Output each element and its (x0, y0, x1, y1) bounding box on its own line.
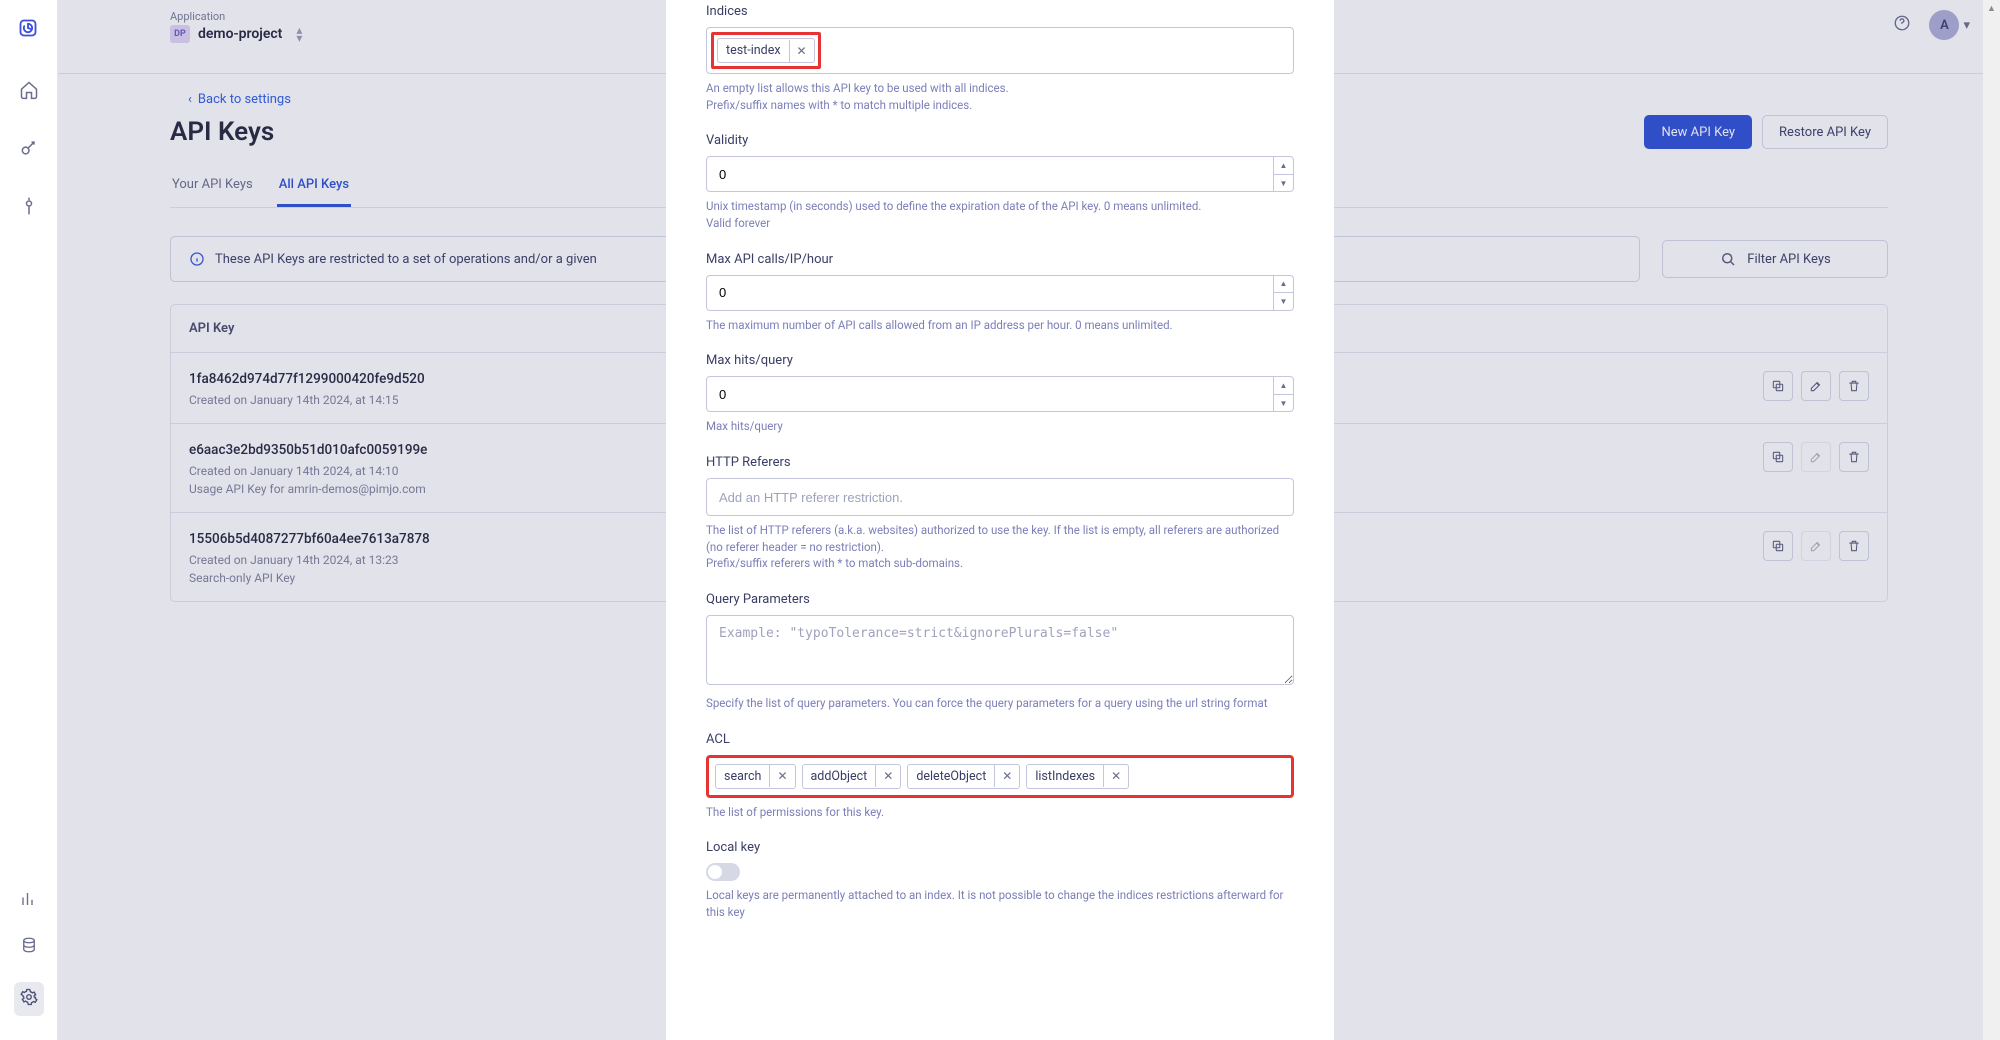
query-label: Query Parameters (706, 592, 1294, 607)
tag-label: test-index (718, 39, 789, 62)
remove-tag-icon[interactable]: ✕ (789, 40, 814, 62)
acl-tag: addObject✕ (802, 764, 902, 789)
validity-label: Validity (706, 133, 1294, 148)
indices-tag: test-index ✕ (717, 38, 815, 63)
remove-tag-icon[interactable]: ✕ (769, 765, 794, 787)
tag-label: listIndexes (1027, 765, 1103, 788)
key-icon[interactable] (19, 138, 39, 162)
acl-field[interactable]: search✕addObject✕deleteObject✕listIndexe… (706, 755, 1294, 798)
query-help: Specify the list of query parameters. Yo… (706, 695, 1294, 712)
maxcalls-input[interactable] (706, 275, 1274, 311)
analytics-icon[interactable] (20, 890, 38, 912)
validity-help-2: Valid forever (706, 215, 1294, 232)
scroll-up-icon[interactable]: ▲ (1983, 0, 2000, 17)
stepper-up-icon[interactable]: ▲ (1274, 377, 1293, 395)
maxhits-label: Max hits/query (706, 353, 1294, 368)
indices-help-2: Prefix/suffix names with * to match mult… (706, 97, 1294, 114)
database-icon[interactable] (20, 936, 38, 958)
left-nav-rail (0, 0, 58, 1040)
localkey-help: Local keys are permanently attached to a… (706, 887, 1294, 920)
acl-tag: listIndexes✕ (1026, 764, 1129, 789)
home-icon[interactable] (19, 80, 39, 104)
maxcalls-help: The maximum number of API calls allowed … (706, 317, 1294, 334)
indices-field[interactable]: test-index ✕ (706, 27, 1294, 74)
referers-input[interactable] (706, 478, 1294, 516)
validity-help-1: Unix timestamp (in seconds) used to defi… (706, 198, 1294, 215)
maxhits-help: Max hits/query (706, 418, 1294, 435)
acl-tag: search✕ (715, 764, 796, 789)
tag-label: deleteObject (908, 765, 994, 788)
maxhits-input[interactable] (706, 376, 1274, 412)
indices-label: Indices (706, 4, 1294, 19)
acl-help: The list of permissions for this key. (706, 804, 1294, 821)
remove-tag-icon[interactable]: ✕ (1103, 765, 1128, 787)
validity-field[interactable]: ▲▼ (706, 156, 1294, 192)
query-textarea[interactable] (706, 615, 1294, 685)
algolia-logo-icon[interactable] (18, 18, 40, 40)
referers-help-2: Prefix/suffix referers with * to match s… (706, 555, 1294, 572)
remove-tag-icon[interactable]: ✕ (994, 765, 1019, 787)
api-key-form-modal: Indices test-index ✕ An empty list allow… (666, 0, 1334, 1040)
validity-input[interactable] (706, 156, 1274, 192)
stepper-up-icon[interactable]: ▲ (1274, 157, 1293, 175)
maxcalls-label: Max API calls/IP/hour (706, 252, 1294, 267)
stepper-down-icon[interactable]: ▼ (1274, 293, 1293, 310)
acl-tag: deleteObject✕ (907, 764, 1020, 789)
scrollbar[interactable]: ▲ (1983, 0, 2000, 1040)
tag-label: search (716, 765, 769, 788)
stepper-down-icon[interactable]: ▼ (1274, 395, 1293, 412)
settings-icon[interactable] (14, 982, 44, 1016)
acl-label: ACL (706, 732, 1294, 747)
pin-icon[interactable] (19, 196, 39, 220)
stepper-up-icon[interactable]: ▲ (1274, 276, 1293, 294)
localkey-label: Local key (706, 840, 1294, 855)
referers-label: HTTP Referers (706, 455, 1294, 470)
indices-help-1: An empty list allows this API key to be … (706, 80, 1294, 97)
localkey-toggle[interactable] (706, 863, 740, 881)
remove-tag-icon[interactable]: ✕ (875, 765, 900, 787)
tag-label: addObject (803, 765, 876, 788)
maxhits-field[interactable]: ▲▼ (706, 376, 1294, 412)
referers-help-1: The list of HTTP referers (a.k.a. websit… (706, 522, 1294, 555)
stepper-down-icon[interactable]: ▼ (1274, 175, 1293, 192)
maxcalls-field[interactable]: ▲▼ (706, 275, 1294, 311)
